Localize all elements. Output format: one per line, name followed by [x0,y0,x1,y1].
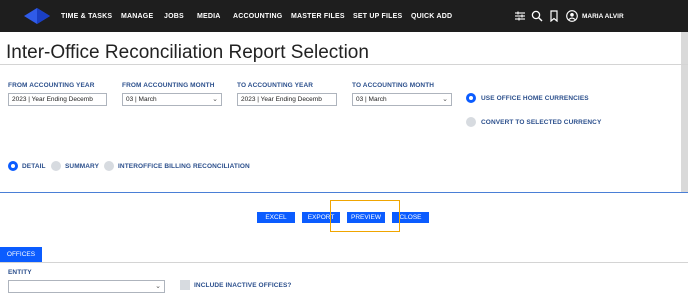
page-title: Inter-Office Reconciliation Report Selec… [6,42,369,63]
nav-accounting[interactable]: ACCOUNTING [233,0,282,32]
logo-icon[interactable] [20,6,54,26]
sliders-icon[interactable] [514,10,526,22]
from-month-label: FROM ACCOUNTING MONTH [122,82,215,89]
nav-quick-add[interactable]: QUICK ADD [411,0,452,32]
detail-label[interactable]: DETAIL [22,163,46,170]
chevron-down-icon: ⌄ [442,96,448,103]
offices-divider [0,262,688,263]
entity-label: ENTITY [8,269,32,276]
to-month-value: 03 | March [356,96,387,103]
top-nav-bar: TIME & TASKS MANAGE JOBS MEDIA ACCOUNTIN… [0,0,688,32]
chevron-down-icon: ⌄ [155,283,161,290]
billing-reconciliation-label[interactable]: INTEROFFICE BILLING RECONCILIATION [118,163,250,170]
to-month-label: TO ACCOUNTING MONTH [352,82,435,89]
detail-radio[interactable] [8,161,18,171]
to-year-select[interactable]: 2023 | Year Ending Decemb [237,93,337,106]
nav-manage[interactable]: MANAGE [121,0,153,32]
to-year-label: TO ACCOUNTING YEAR [237,82,314,89]
to-year-value: 2023 | Year Ending Decemb [241,96,322,103]
section-divider [0,192,688,193]
preview-highlight-box [330,200,400,232]
summary-radio[interactable] [51,161,61,171]
scrollbar[interactable] [681,32,688,192]
include-inactive-label[interactable]: INCLUDE INACTIVE OFFICES? [194,282,291,289]
entity-select[interactable]: ⌄ [8,280,165,293]
from-year-select[interactable]: 2023 | Year Ending Decemb [8,93,107,106]
billing-reconciliation-radio[interactable] [104,161,114,171]
tab-offices[interactable]: OFFICES [0,247,42,262]
user-name[interactable]: MARIA ALVIR [582,0,624,32]
from-month-select[interactable]: 03 | March ⌄ [122,93,222,106]
office-home-currency-label[interactable]: USE OFFICE HOME CURRENCIES [481,95,589,102]
nav-time-tasks[interactable]: TIME & TASKS [61,0,112,32]
chevron-down-icon: ⌄ [212,96,218,103]
user-icon[interactable] [566,10,578,22]
include-inactive-checkbox[interactable] [180,280,190,290]
excel-button[interactable]: EXCEL [257,212,295,223]
title-divider [0,64,688,65]
from-month-value: 03 | March [126,96,157,103]
nav-set-up-files[interactable]: SET UP FILES [353,0,402,32]
nav-master-files[interactable]: MASTER FILES [291,0,345,32]
nav-media[interactable]: MEDIA [197,0,221,32]
to-month-select[interactable]: 03 | March ⌄ [352,93,452,106]
search-icon[interactable] [531,10,543,22]
office-home-currency-radio[interactable] [466,93,476,103]
bookmark-icon[interactable] [548,10,560,22]
convert-currency-radio[interactable] [466,117,476,127]
from-year-label: FROM ACCOUNTING YEAR [8,82,95,89]
nav-jobs[interactable]: JOBS [164,0,184,32]
summary-label[interactable]: SUMMARY [65,163,99,170]
from-year-value: 2023 | Year Ending Decemb [12,96,93,103]
convert-currency-label[interactable]: CONVERT TO SELECTED CURRENCY [481,119,601,126]
